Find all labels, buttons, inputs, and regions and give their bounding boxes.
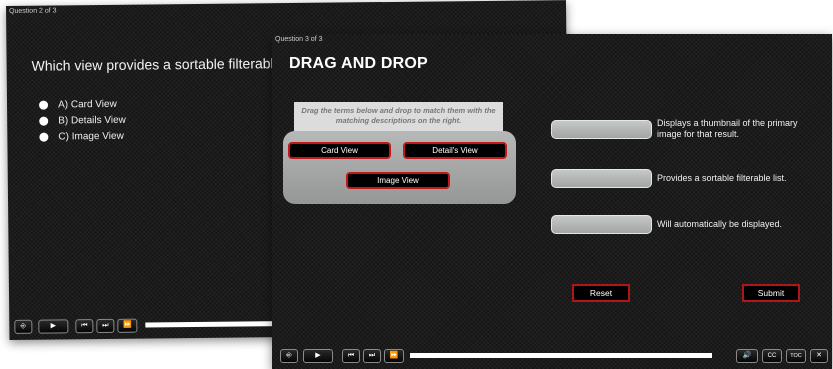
previous-icon[interactable]: ⏮ [342, 349, 360, 363]
question-counter: Question 3 of 3 [275, 36, 323, 43]
description-3: Will automatically be displayed. [657, 219, 783, 229]
next-icon[interactable]: ⏭ [96, 318, 115, 334]
closed-captions-button[interactable]: CC [762, 349, 782, 363]
option-label: C) Image View [58, 130, 124, 142]
player-controls: ⎆ ▶ ⏮ ⏭ ⏩ 🔊 CC TOC ✕ [272, 343, 832, 369]
option-a[interactable]: A) Card View [38, 97, 126, 112]
answer-options: A) Card View B) Details View C) Image Vi… [38, 97, 126, 146]
close-icon[interactable]: ✕ [810, 349, 828, 363]
play-icon[interactable]: ▶ [303, 349, 333, 363]
play-icon[interactable]: ▶ [38, 319, 69, 334]
description-1: Displays a thumbnail of the primary imag… [657, 118, 798, 139]
toc-button[interactable]: TOC [786, 349, 806, 363]
page-title: DRAG AND DROP [289, 55, 428, 72]
option-b[interactable]: B) Details View [39, 113, 126, 128]
option-label: A) Card View [57, 98, 117, 110]
exit-icon[interactable]: ⎆ [280, 349, 298, 363]
radio-icon[interactable] [39, 132, 49, 142]
instructions-text: Drag the terms below and drop to match t… [294, 102, 503, 131]
question-counter: Question 2 of 3 [9, 7, 57, 15]
submit-button[interactable]: Submit [742, 284, 800, 302]
term-card-view[interactable]: Card View [288, 142, 391, 159]
description-2: Provides a sortable filterable list. [657, 173, 787, 183]
question-text: Which view provides a sortable filterabl… [31, 54, 311, 74]
reset-button[interactable]: Reset [572, 284, 630, 302]
progress-bar[interactable] [410, 353, 712, 358]
radio-icon[interactable] [39, 116, 49, 126]
option-label: B) Details View [58, 114, 126, 126]
fast-forward-icon[interactable]: ⏩ [117, 318, 138, 333]
next-icon[interactable]: ⏭ [363, 349, 381, 363]
drop-target-1[interactable] [551, 120, 652, 139]
option-c[interactable]: C) Image View [39, 129, 126, 144]
volume-icon[interactable]: 🔊 [736, 349, 758, 363]
question-slide-front: Question 3 of 3 DRAG AND DROP Drag the t… [272, 34, 832, 369]
exit-icon[interactable]: ⎆ [14, 319, 33, 334]
previous-icon[interactable]: ⏮ [75, 319, 94, 334]
drop-target-3[interactable] [551, 215, 652, 234]
term-details-view[interactable]: Detail's View [403, 142, 507, 159]
term-image-view[interactable]: Image View [346, 172, 450, 189]
fast-forward-icon[interactable]: ⏩ [384, 349, 404, 363]
drop-target-2[interactable] [551, 169, 652, 188]
radio-icon[interactable] [38, 100, 49, 110]
